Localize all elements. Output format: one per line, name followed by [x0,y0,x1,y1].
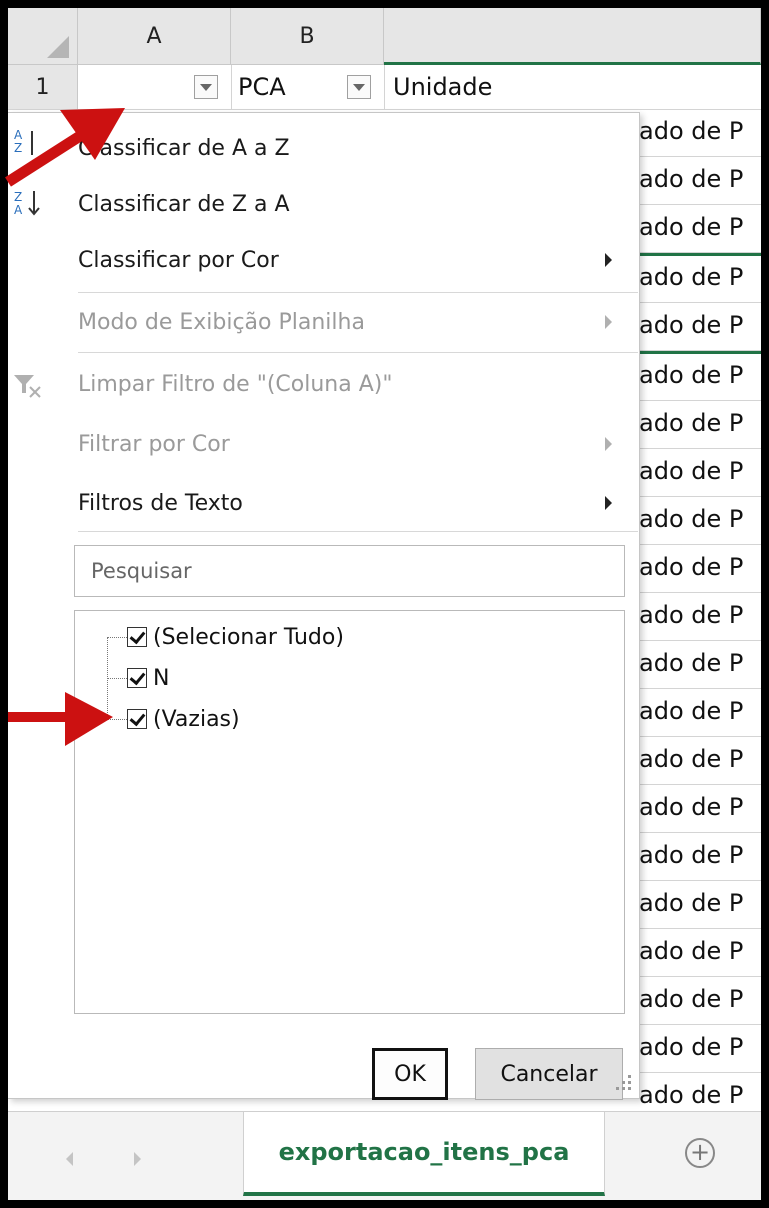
annotation-arrows [5,108,125,746]
red-arrow-icon [8,692,113,746]
red-arrow-icon [5,108,125,187]
